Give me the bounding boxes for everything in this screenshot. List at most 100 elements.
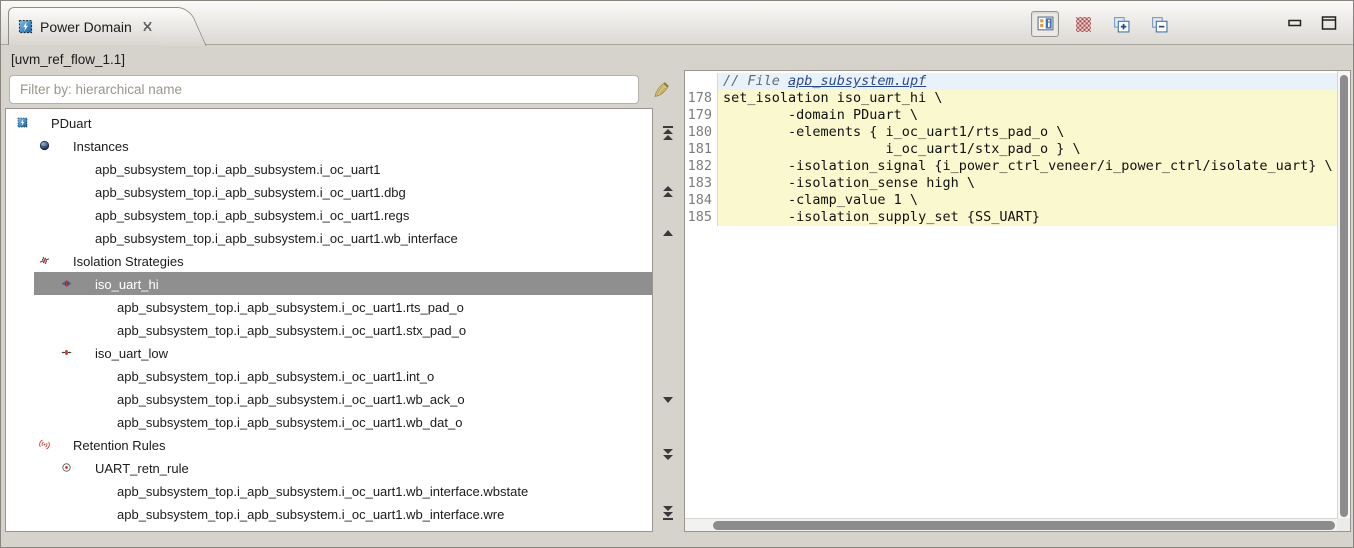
tree-item[interactable]: apb_subsystem_top.i_apb_subsystem.i_oc_u…: [6, 203, 652, 226]
tree-item-icon: [30, 115, 47, 131]
filter-input[interactable]: [9, 75, 639, 104]
expander-icon[interactable]: [36, 255, 52, 266]
tree-item-label: apb_subsystem_top.i_apb_subsystem.i_oc_u…: [117, 391, 465, 407]
tree-item-label: Instances: [73, 138, 129, 154]
file-comment: // File: [723, 73, 789, 89]
tree-item[interactable]: apb_subsystem_top.i_apb_subsystem.i_oc_u…: [6, 502, 652, 525]
page-up-icon[interactable]: [660, 183, 678, 199]
expander-icon[interactable]: [58, 462, 74, 473]
tree-item-label: apb_subsystem_top.i_apb_subsystem.i_oc_u…: [117, 414, 463, 430]
tree-item[interactable]: Instances: [6, 134, 652, 157]
expander-icon[interactable]: [36, 439, 52, 450]
scroll-to-bottom-icon[interactable]: [660, 505, 678, 521]
tree-item[interactable]: iso_uart_hi: [6, 272, 652, 295]
page-down-icon[interactable]: [660, 447, 678, 463]
code-line: 180 -elements { i_oc_uart1/rts_pad_o \: [685, 124, 1337, 141]
tree-item-icon: [74, 161, 91, 177]
close-icon[interactable]: [140, 20, 155, 33]
tree-item-label: apb_subsystem_top.i_apb_subsystem.i_oc_u…: [95, 184, 406, 200]
line-number: 184: [685, 192, 718, 209]
tree-item-icon: [74, 460, 91, 476]
tree-item[interactable]: apb_subsystem_top.i_apb_subsystem.i_oc_u…: [6, 157, 652, 180]
line-text: -domain PDuart \: [718, 107, 1337, 124]
tree-item[interactable]: apb_subsystem_top.i_apb_subsystem.i_oc_u…: [6, 410, 652, 433]
horizontal-scrollbar-thumb[interactable]: [713, 521, 1335, 530]
tree-item-icon: [96, 414, 113, 430]
window-buttons: [1285, 13, 1339, 33]
tree-item-label: apb_subsystem_top.i_apb_subsystem.i_oc_u…: [95, 161, 381, 177]
line-text: -isolation_sense high \: [718, 175, 1337, 192]
tree-item[interactable]: iso_uart_low: [6, 341, 652, 364]
tree-item-label: iso_uart_low: [95, 345, 168, 361]
tree-nav-strip: [653, 45, 684, 531]
line-text: i_oc_uart1/stx_pad_o } \: [718, 141, 1337, 158]
tree-item[interactable]: apb_subsystem_top.i_apb_subsystem.i_oc_u…: [6, 318, 652, 341]
power-domain-view: Power Domain [uvm_ref_flow_1.1] Filter b…: [0, 0, 1354, 548]
tree-item-icon: [74, 207, 91, 223]
horizontal-scrollbar[interactable]: [685, 518, 1337, 531]
expander-icon[interactable]: [58, 347, 74, 358]
pattern-filter-button[interactable]: [1069, 11, 1097, 37]
tree-item-label: apb_subsystem_top.i_apb_subsystem.i_oc_u…: [117, 506, 505, 522]
tree-item-label: PDuart: [51, 115, 92, 131]
expander-icon[interactable]: [14, 117, 30, 128]
line-number: 182: [685, 158, 718, 175]
line-text: -isolation_supply_set {SS_UART}: [718, 209, 1337, 226]
vertical-scrollbar-thumb[interactable]: [1340, 75, 1348, 517]
line-number: 185: [685, 209, 718, 226]
tree-item-label: iso_uart_hi: [95, 276, 159, 292]
scroll-to-top-icon[interactable]: [660, 125, 678, 141]
tab-power-domain[interactable]: Power Domain: [8, 7, 170, 45]
line-number: 180: [685, 124, 718, 141]
expander-icon[interactable]: [36, 140, 52, 151]
tree-item[interactable]: apb_subsystem_top.i_apb_subsystem.i_oc_u…: [6, 295, 652, 318]
scroll-down-icon[interactable]: [660, 392, 678, 408]
tab-bar: Power Domain: [1, 1, 1353, 45]
vertical-scrollbar[interactable]: [1337, 71, 1350, 518]
scope-label: [uvm_ref_flow_1.1]: [11, 52, 126, 67]
tree-item-icon: [52, 253, 69, 269]
upf-source-panel: // File apb_subsystem.upf 178 set_isolat…: [684, 70, 1351, 532]
code-lines: 178 set_isolation iso_uart_hi \ 179 -dom…: [685, 90, 1337, 226]
tree-item[interactable]: UART_retn_rule: [6, 456, 652, 479]
expand-all-button[interactable]: [1107, 11, 1135, 37]
tree-item[interactable]: apb_subsystem_top.i_apb_subsystem.i_oc_u…: [6, 479, 652, 502]
line-text: -elements { i_oc_uart1/rts_pad_o \: [718, 124, 1337, 141]
minimize-view-button[interactable]: [1285, 13, 1305, 33]
tree-item[interactable]: Isolation Strategies: [6, 249, 652, 272]
tree-item-icon: [96, 368, 113, 384]
maximize-view-button[interactable]: [1319, 13, 1339, 33]
code-area: // File apb_subsystem.upf 178 set_isolat…: [685, 71, 1337, 518]
code-line: 181 i_oc_uart1/stx_pad_o } \: [685, 141, 1337, 158]
tree-item-label: apb_subsystem_top.i_apb_subsystem.i_oc_u…: [95, 207, 410, 223]
toggle-details-view-button[interactable]: [1031, 11, 1059, 37]
tree-item-icon: [74, 276, 91, 292]
tree-item-label: apb_subsystem_top.i_apb_subsystem.i_oc_u…: [117, 299, 464, 315]
tree-item[interactable]: apb_subsystem_top.i_apb_subsystem.i_oc_u…: [6, 387, 652, 410]
code-line: 182 -isolation_signal {i_power_ctrl_vene…: [685, 158, 1337, 175]
line-number: 179: [685, 107, 718, 124]
tab-title: Power Domain: [40, 18, 132, 35]
collapse-all-button[interactable]: [1145, 11, 1173, 37]
tree-item-label: apb_subsystem_top.i_apb_subsystem.i_oc_u…: [117, 483, 529, 499]
tree-item[interactable]: PDuart: [6, 111, 652, 134]
line-number: 178: [685, 90, 718, 107]
tree-item[interactable]: apb_subsystem_top.i_apb_subsystem.i_oc_u…: [6, 364, 652, 387]
tree-item[interactable]: apb_subsystem_top.i_apb_subsystem.i_oc_u…: [6, 226, 652, 249]
tree-item-icon: [52, 138, 69, 154]
scroll-up-icon[interactable]: [660, 225, 678, 241]
tree-item[interactable]: Retention Rules: [6, 433, 652, 456]
tree-item[interactable]: apb_subsystem_top.i_apb_subsystem.i_oc_u…: [6, 180, 652, 203]
tree-item-icon: [96, 299, 113, 315]
tree-item-icon: [52, 437, 69, 453]
tree-item-icon: [96, 506, 113, 522]
line-text: set_isolation iso_uart_hi \: [718, 90, 1337, 107]
expander-icon[interactable]: [58, 278, 74, 289]
tree-item-icon: [96, 322, 113, 338]
tree-item-label: apb_subsystem_top.i_apb_subsystem.i_oc_u…: [95, 230, 458, 246]
line-number: 181: [685, 141, 718, 158]
file-link[interactable]: apb_subsystem.upf: [788, 73, 926, 89]
line-number: 183: [685, 175, 718, 192]
code-line: 183 -isolation_sense high \: [685, 175, 1337, 192]
tree-item-label: Retention Rules: [73, 437, 166, 453]
